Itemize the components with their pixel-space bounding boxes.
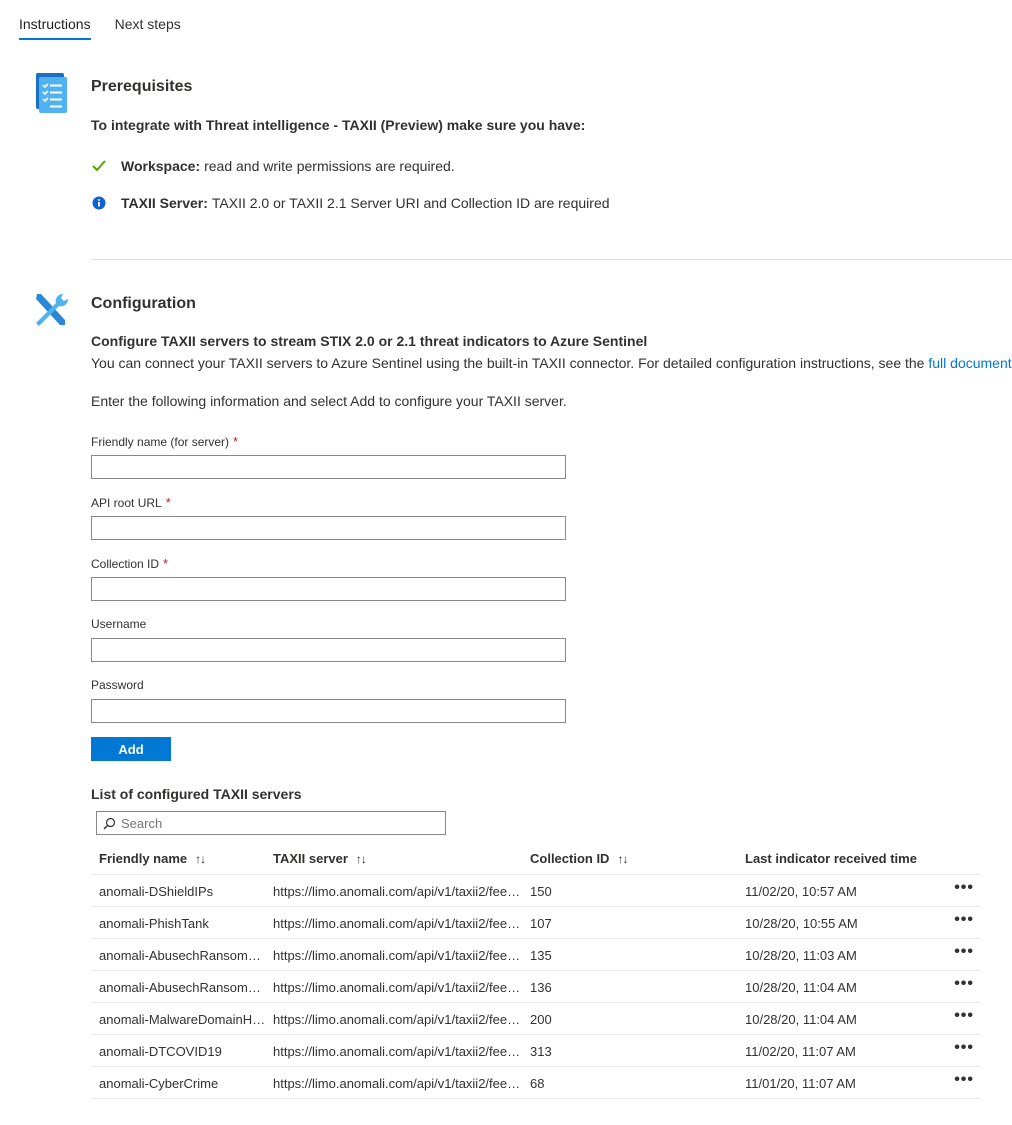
- more-actions-icon[interactable]: •••: [954, 879, 974, 897]
- column-label: TAXII server: [273, 851, 348, 866]
- configuration-description: You can connect your TAXII servers to Az…: [91, 355, 1012, 371]
- cell-taxii-server: https://limo.anomali.com/api/v1/taxii2/f…: [273, 916, 521, 931]
- cell-friendly-name: anomali-CyberCrime: [99, 1076, 219, 1091]
- column-label: Last indicator received time: [745, 851, 917, 866]
- cell-taxii-server: https://limo.anomali.com/api/v1/taxii2/f…: [273, 884, 521, 899]
- collection-id-label: Collection ID *: [91, 556, 168, 571]
- cell-last-indicator-time: 11/02/20, 10:57 AM: [745, 884, 857, 899]
- cell-collection-id: 150: [530, 884, 552, 899]
- cell-collection-id: 313: [530, 1044, 552, 1059]
- cell-collection-id: 136: [530, 980, 552, 995]
- more-actions-icon[interactable]: •••: [954, 911, 974, 929]
- more-actions-icon[interactable]: •••: [954, 975, 974, 993]
- prerequisites-intro: To integrate with Threat intelligence - …: [91, 117, 586, 133]
- tab-bar: Instructions Next steps: [19, 0, 205, 40]
- friendly-name-label: Friendly name (for server) *: [91, 434, 238, 449]
- column-header-last-indicator-time[interactable]: Last indicator received time: [745, 851, 917, 866]
- cell-friendly-name: anomali-AbusechRansomware: [99, 948, 269, 963]
- more-actions-icon[interactable]: •••: [954, 1007, 974, 1025]
- cell-last-indicator-time: 10/28/20, 10:55 AM: [745, 916, 858, 931]
- taxii-connector-page: Instructions Next steps Prerequisites To…: [0, 0, 1012, 1125]
- required-marker: *: [165, 495, 171, 510]
- cell-last-indicator-time: 10/28/20, 11:03 AM: [745, 948, 857, 963]
- checklist-icon: [34, 73, 68, 113]
- section-divider: [91, 259, 1012, 260]
- tab-next-steps[interactable]: Next steps: [115, 0, 181, 40]
- more-actions-icon[interactable]: •••: [954, 1071, 974, 1089]
- search-icon: [103, 816, 117, 830]
- configuration-title: Configuration: [91, 295, 196, 312]
- api-root-url-input[interactable]: [91, 516, 566, 540]
- documentation-link[interactable]: full documentation.: [928, 355, 1012, 371]
- prerequisite-label: Workspace:: [121, 158, 201, 174]
- sort-icon: ↑↓: [617, 851, 628, 866]
- table-row[interactable]: anomali-DShieldIPs https://limo.anomali.…: [91, 875, 980, 907]
- required-marker: *: [233, 434, 239, 449]
- prerequisites-title: Prerequisites: [91, 78, 193, 95]
- cell-friendly-name: anomali-DShieldIPs: [99, 884, 214, 899]
- table-row[interactable]: anomali-MalwareDomainHosts https://limo.…: [91, 1003, 980, 1035]
- prerequisite-workspace: Workspace: read and write permissions ar…: [91, 158, 455, 174]
- cell-taxii-server: https://limo.anomali.com/api/v1/taxii2/f…: [273, 1044, 521, 1059]
- table-row[interactable]: anomali-AbusechRansomware https://limo.a…: [91, 939, 980, 971]
- table-row[interactable]: anomali-AbusechRansomware https://limo.a…: [91, 971, 980, 1003]
- checkmark-icon: [91, 158, 107, 174]
- server-grid: Friendly name ↑↓ TAXII server ↑↓ Collectio…: [91, 843, 980, 1099]
- required-marker: *: [163, 556, 169, 571]
- cell-friendly-name: anomali-DTCOVID19: [99, 1044, 222, 1059]
- username-label: Username: [91, 617, 147, 631]
- prerequisite-text: TAXII 2.0 or TAXII 2.1 Server URI and Co…: [211, 195, 610, 211]
- table-row[interactable]: anomali-DTCOVID19 https://limo.anomali.c…: [91, 1035, 980, 1067]
- prerequisite-text: read and write permissions are required.: [204, 158, 455, 174]
- cell-taxii-server: https://limo.anomali.com/api/v1/taxii2/f…: [273, 980, 521, 995]
- column-label: Collection ID: [530, 851, 610, 866]
- label-text: Friendly name (for server): [91, 435, 230, 449]
- cell-taxii-server: https://limo.anomali.com/api/v1/taxii2/f…: [273, 1076, 521, 1091]
- table-row[interactable]: anomali-CyberCrime https://limo.anomali.…: [91, 1067, 980, 1099]
- search-input[interactable]: [121, 815, 421, 831]
- description-text: You can connect your TAXII servers to Az…: [91, 355, 929, 371]
- password-input[interactable]: [91, 699, 566, 723]
- friendly-name-input[interactable]: [91, 455, 566, 479]
- api-root-url-label: API root URL *: [91, 495, 171, 510]
- prerequisite-label: TAXII Server:: [121, 195, 208, 211]
- password-label: Password: [91, 678, 144, 692]
- cell-friendly-name: anomali-PhishTank: [99, 916, 209, 931]
- sort-icon: ↑↓: [355, 851, 367, 866]
- column-header-friendly-name[interactable]: Friendly name ↑↓: [99, 851, 206, 866]
- collection-id-input[interactable]: [91, 577, 566, 601]
- column-label: Friendly name: [99, 851, 188, 866]
- cell-friendly-name: anomali-MalwareDomainHosts: [99, 1012, 269, 1027]
- prerequisite-taxii-server: TAXII Server: TAXII 2.0 or TAXII 2.1 Ser…: [91, 195, 610, 211]
- server-list-title: List of configured TAXII servers: [91, 786, 302, 802]
- cell-taxii-server: https://limo.anomali.com/api/v1/taxii2/f…: [273, 948, 521, 963]
- more-actions-icon[interactable]: •••: [954, 943, 974, 961]
- label-text: API root URL: [91, 496, 162, 510]
- cell-collection-id: 135: [530, 948, 552, 963]
- column-header-collection-id[interactable]: Collection ID ↑↓: [530, 851, 628, 866]
- cell-friendly-name: anomali-AbusechRansomware: [99, 980, 269, 995]
- search-box[interactable]: [96, 811, 446, 835]
- column-header-taxii-server[interactable]: TAXII server ↑↓: [273, 851, 367, 866]
- cell-taxii-server: https://limo.anomali.com/api/v1/taxii2/f…: [273, 1012, 521, 1027]
- label-text: Collection ID: [91, 557, 160, 571]
- table-row[interactable]: anomali-PhishTank https://limo.anomali.c…: [91, 907, 980, 939]
- cell-collection-id: 107: [530, 916, 552, 931]
- configuration-instruction: Enter the following information and sele…: [91, 393, 567, 409]
- cell-last-indicator-time: 11/01/20, 11:07 AM: [745, 1076, 856, 1091]
- add-server-button[interactable]: Add: [91, 737, 171, 761]
- cell-last-indicator-time: 11/02/20, 11:07 AM: [745, 1044, 856, 1059]
- cell-collection-id: 200: [530, 1012, 552, 1027]
- grid-header: Friendly name ↑↓ TAXII server ↑↓ Collectio…: [91, 843, 980, 875]
- more-actions-icon[interactable]: •••: [954, 1039, 974, 1057]
- info-icon: [91, 195, 107, 211]
- tools-icon: [32, 291, 70, 329]
- username-input[interactable]: [91, 638, 566, 662]
- sort-icon: ↑↓: [195, 851, 206, 866]
- cell-collection-id: 68: [530, 1076, 545, 1091]
- cell-last-indicator-time: 10/28/20, 11:04 AM: [745, 1012, 857, 1027]
- tab-instructions[interactable]: Instructions: [19, 0, 91, 40]
- configuration-subtitle: Configure TAXII servers to stream STIX 2…: [91, 333, 648, 349]
- cell-last-indicator-time: 10/28/20, 11:04 AM: [745, 980, 857, 995]
